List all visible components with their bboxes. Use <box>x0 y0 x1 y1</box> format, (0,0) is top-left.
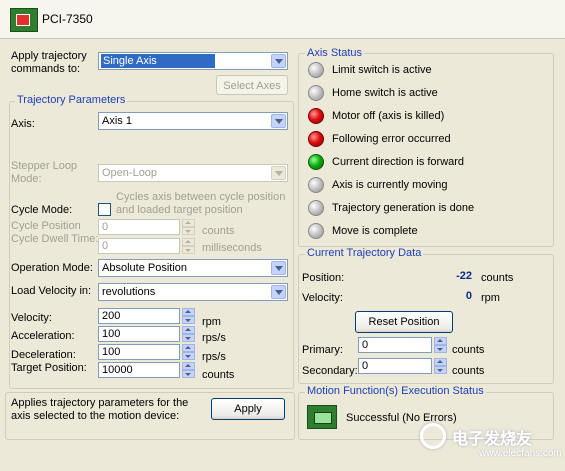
load-velocity-select[interactable]: revolutions <box>98 283 288 301</box>
velocity-unit: rpm <box>202 316 221 328</box>
trajectory-parameters-title: Trajectory Parameters <box>15 94 128 106</box>
secondary-input[interactable]: 0 <box>358 358 432 374</box>
motion-status-value: Successful (No Errors) <box>346 412 457 424</box>
target-position-unit: counts <box>202 369 235 381</box>
load-velocity-label: Load Velocity in: <box>11 285 92 297</box>
position-unit: counts <box>481 272 514 284</box>
watermark-logo-icon <box>420 423 446 449</box>
acceleration-input[interactable]: 100 <box>98 326 180 342</box>
status-led-icon <box>308 223 324 239</box>
window-title: PCI-7350 <box>42 12 93 26</box>
reset-position-button[interactable]: Reset Position <box>355 311 453 333</box>
operation-mode-label: Operation Mode: <box>11 262 93 274</box>
secondary-spinner[interactable] <box>434 358 447 374</box>
velocity-label: Velocity: <box>11 312 52 324</box>
primary-spinner[interactable] <box>434 337 447 353</box>
axis-status-title: Axis Status <box>305 47 365 59</box>
status-led-icon <box>308 62 324 78</box>
watermark-text: 电子发烧友 <box>452 431 533 448</box>
status-led-icon <box>308 108 324 124</box>
trajectory-data-title: Current Trajectory Data <box>305 247 424 259</box>
acceleration-label: Acceleration: <box>11 330 75 342</box>
cycle-position-unit: counts <box>202 225 235 237</box>
status-label: Limit switch is active <box>332 64 432 76</box>
operation-mode-select[interactable]: Absolute Position <box>98 259 288 277</box>
primary-unit: counts <box>452 344 485 356</box>
cycle-dwell-time-label: Cycle Dwell Time: <box>11 233 99 245</box>
current-velocity-value: 0 <box>465 290 472 302</box>
status-label: Move is complete <box>332 225 418 237</box>
apply-button[interactable]: Apply <box>211 398 285 420</box>
acceleration-spinner[interactable] <box>182 326 195 342</box>
deceleration-input[interactable]: 100 <box>98 344 180 360</box>
motion-status-title: Motion Function(s) Execution Status <box>305 385 486 397</box>
secondary-unit: counts <box>452 365 485 377</box>
cycle-mode-checkbox[interactable] <box>98 203 111 216</box>
cycle-dwell-time-unit: milliseconds <box>202 242 262 254</box>
motion-status-icon <box>307 405 337 429</box>
cycle-position-label: Cycle Position <box>11 220 81 232</box>
status-label: Trajectory generation is done <box>332 202 475 214</box>
apply-description: Applies trajectory parameters for the ax… <box>11 397 189 422</box>
chevron-down-icon[interactable] <box>271 285 286 299</box>
status-led-icon <box>308 154 324 170</box>
cycle-position-spinner[interactable] <box>182 219 195 235</box>
stepper-loop-mode-label: Stepper Loop Mode: <box>11 160 78 185</box>
deceleration-unit: rps/s <box>202 351 226 363</box>
apply-commands-select[interactable]: Single Axis <box>98 52 288 70</box>
pci-board-icon <box>10 8 38 32</box>
status-label: Home switch is active <box>332 87 438 99</box>
status-label: Current direction is forward <box>332 156 465 168</box>
deceleration-spinner[interactable] <box>182 344 195 360</box>
acceleration-unit: rps/s <box>202 332 226 344</box>
target-position-input[interactable]: 10000 <box>98 362 180 378</box>
target-position-label: Target Position: <box>11 362 87 374</box>
cycle-position-input[interactable]: 0 <box>98 219 180 235</box>
watermark-url: www.elecfans.com <box>479 448 562 459</box>
status-led-icon <box>308 200 324 216</box>
cycle-dwell-time-input[interactable]: 0 <box>98 238 180 254</box>
cycle-mode-label: Cycle Mode: <box>11 204 73 216</box>
primary-input[interactable]: 0 <box>358 337 432 353</box>
chevron-down-icon[interactable] <box>271 114 286 128</box>
chevron-down-icon[interactable] <box>271 166 286 180</box>
deceleration-label: Deceleration: <box>11 349 76 361</box>
current-velocity-unit: rpm <box>481 292 500 304</box>
velocity-spinner[interactable] <box>182 308 195 324</box>
target-position-spinner[interactable] <box>182 362 195 378</box>
cycle-mode-description: Cycles axis between cycle position and l… <box>116 191 286 216</box>
position-value: -22 <box>456 270 472 282</box>
axis-status-group <box>298 53 554 247</box>
status-label: Motor off (axis is killed) <box>332 110 445 122</box>
apply-commands-label: Apply trajectory commands to: <box>11 50 87 75</box>
axis-label: Axis: <box>11 118 35 130</box>
current-velocity-label: Velocity: <box>302 292 343 304</box>
primary-label: Primary: <box>302 344 343 356</box>
secondary-label: Secondary: <box>302 365 358 377</box>
status-led-icon <box>308 131 324 147</box>
status-label: Following error occurred <box>332 133 451 145</box>
select-axes-button[interactable]: Select Axes <box>216 75 288 95</box>
axis-select[interactable]: Axis 1 <box>98 112 288 130</box>
chevron-down-icon[interactable] <box>271 261 286 275</box>
cycle-dwell-time-spinner[interactable] <box>182 238 195 254</box>
stepper-loop-mode-select[interactable]: Open-Loop <box>98 164 288 182</box>
status-led-icon <box>308 85 324 101</box>
status-led-icon <box>308 177 324 193</box>
velocity-input[interactable]: 200 <box>98 308 180 324</box>
status-label: Axis is currently moving <box>332 179 448 191</box>
chevron-down-icon[interactable] <box>271 54 286 68</box>
position-label: Position: <box>302 272 345 284</box>
